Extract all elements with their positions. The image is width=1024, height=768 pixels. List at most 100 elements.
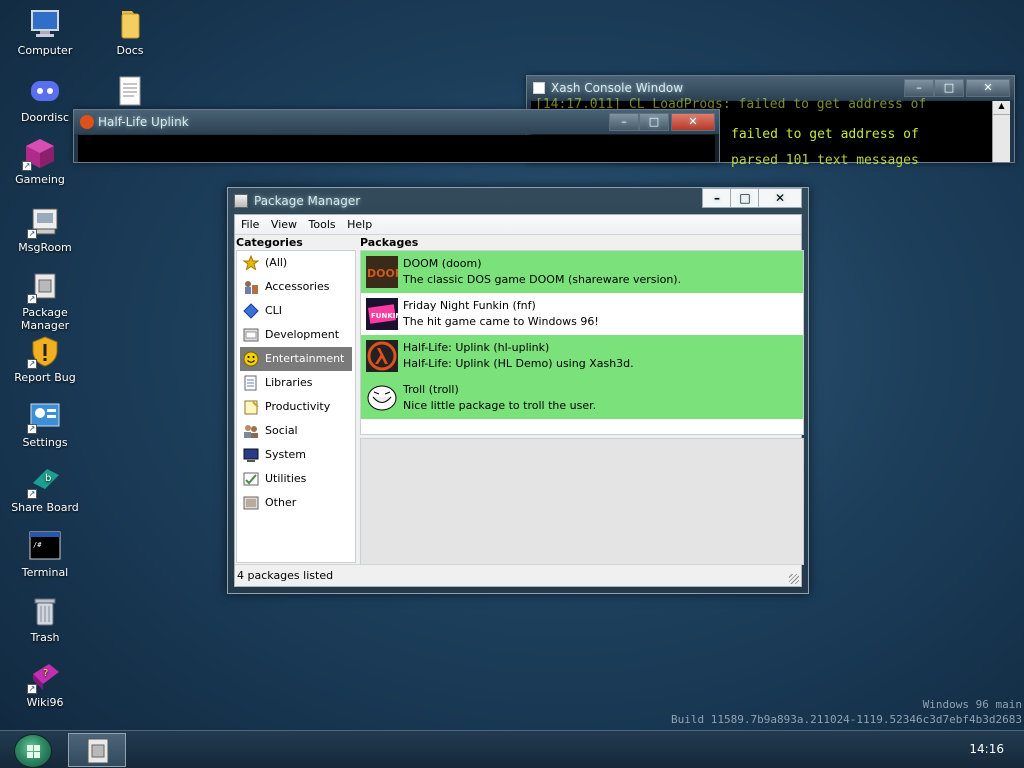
diamond-icon: [243, 303, 259, 319]
category-item-social[interactable]: Social: [237, 419, 355, 443]
category-item-libraries[interactable]: Libraries: [237, 371, 355, 395]
package-name: Friday Night Funkin (fnf): [403, 299, 536, 312]
category-label: Utilities: [265, 472, 307, 485]
shortcut-arrow-icon: ↗: [27, 684, 37, 694]
halflife-maximize-button[interactable]: □: [639, 113, 669, 131]
windows-logo-icon: [27, 745, 40, 758]
category-item-system[interactable]: System: [237, 443, 355, 467]
other-icon: [243, 495, 259, 511]
package-manager-window[interactable]: Package Manager – □ ✕ File View Tools He…: [227, 187, 809, 594]
social-icon: [243, 423, 259, 439]
shortcut-arrow-icon: ↗: [27, 359, 37, 369]
menu-view[interactable]: View: [267, 215, 301, 234]
shareboard-icon: b ↗: [27, 465, 61, 499]
menu-file[interactable]: File: [237, 215, 263, 234]
categories-list: (All) Accessories CLI Development Entert…: [236, 250, 356, 563]
desktop-icon-doc-file[interactable]: [90, 75, 170, 111]
shortcut-arrow-icon: ↗: [27, 229, 37, 239]
category-item-entertainment[interactable]: Entertainment: [240, 347, 352, 371]
halflife-lambda-icon: [80, 115, 94, 129]
system-icon: [243, 447, 259, 463]
category-item-all[interactable]: (All): [237, 251, 355, 275]
category-label: CLI: [265, 304, 283, 317]
resize-grip-icon[interactable]: [789, 574, 799, 584]
desktop-icon-docs[interactable]: Docs: [90, 8, 170, 57]
category-item-productivity[interactable]: Productivity: [237, 395, 355, 419]
package-details-panel: [360, 438, 804, 565]
console-app-icon: [533, 82, 545, 94]
package-item-doom[interactable]: DOOM DOOM (doom) The classic DOS game DO…: [361, 251, 803, 293]
scroll-up-arrow-icon[interactable]: ▲: [993, 101, 1010, 115]
category-item-accessories[interactable]: Accessories: [237, 275, 355, 299]
doom-icon: DOOM: [366, 256, 406, 288]
console-line-3: parsed 101 text messages: [731, 153, 919, 168]
package-icon: ↗: [27, 270, 61, 304]
package-item-hl-uplink[interactable]: Half-Life: Uplink (hl-uplink) Half-Life:…: [361, 335, 803, 377]
terminal-icon: /#: [29, 530, 61, 562]
desktop-icon-share-board[interactable]: b ↗ Share Board: [5, 465, 85, 514]
settings-icon: ↗: [27, 400, 61, 434]
svg-text:?: ?: [43, 668, 48, 679]
category-label: System: [265, 448, 307, 461]
desktop-icon-report-bug[interactable]: ↗ Report Bug: [5, 335, 85, 384]
desktop-icon-computer[interactable]: Computer: [5, 8, 85, 57]
console-window-title: Xash Console Window: [551, 81, 684, 95]
maximize-button[interactable]: □: [730, 188, 760, 208]
desktop-icon-terminal[interactable]: /# Terminal: [5, 530, 85, 579]
svg-text:DOOM: DOOM: [367, 267, 398, 280]
desktop-icon-settings[interactable]: ↗ Settings: [5, 400, 85, 449]
category-item-utilities[interactable]: Utilities: [237, 467, 355, 491]
halflife-game-view[interactable]: [78, 135, 715, 162]
package-manager-titlebar[interactable]: Package Manager – □ ✕: [228, 188, 808, 214]
menu-tools[interactable]: Tools: [305, 215, 340, 234]
svg-text:b: b: [45, 473, 51, 484]
categories-header: Categories: [236, 236, 303, 249]
trash-icon: [29, 595, 61, 627]
package-manager-body: File View Tools Help Categories Packages…: [234, 214, 804, 587]
category-label: Accessories: [265, 280, 330, 293]
category-label: (All): [265, 256, 288, 269]
package-item-fnf[interactable]: FUNKIN Friday Night Funkin (fnf) The hit…: [361, 293, 803, 335]
computer-icon: [29, 8, 61, 40]
close-button[interactable]: ✕: [758, 188, 802, 208]
utilities-icon: [243, 471, 259, 487]
package-name: Half-Life: Uplink (hl-uplink): [403, 341, 550, 354]
category-item-cli[interactable]: CLI: [237, 299, 355, 323]
halflife-minimize-button[interactable]: –: [609, 113, 639, 131]
package-description: The hit game came to Windows 96!: [403, 315, 599, 328]
console-close-button[interactable]: ✕: [966, 79, 1010, 97]
category-item-development[interactable]: Development: [237, 323, 355, 347]
console-minimize-button[interactable]: –: [904, 79, 934, 97]
package-manager-app-icon: [234, 194, 248, 208]
desktop-icon-wiki96[interactable]: ? ↗ Wiki96: [5, 660, 85, 709]
status-bar: 4 packages listed: [235, 564, 801, 586]
category-label: Other: [265, 496, 297, 509]
status-text: 4 packages listed: [237, 569, 334, 582]
libraries-icon: [243, 375, 259, 391]
desktop-icon-msgroom[interactable]: ↗ MsgRoom: [5, 205, 85, 254]
category-label: Social: [265, 424, 298, 437]
gaming-icon: ↗: [22, 137, 56, 171]
halflife-window[interactable]: Half-Life Uplink – □ ✕: [73, 109, 720, 163]
taskbar-button-package-manager[interactable]: [68, 733, 126, 767]
package-icon: [87, 738, 109, 764]
desktop-icon-trash[interactable]: Trash: [5, 595, 85, 644]
start-button[interactable]: [14, 734, 52, 768]
menu-help[interactable]: Help: [343, 215, 376, 234]
halflife-window-titlebar[interactable]: Half-Life Uplink – □ ✕: [74, 110, 719, 134]
shortcut-arrow-icon: ↗: [27, 294, 37, 304]
package-description: The classic DOS game DOOM (shareware ver…: [403, 273, 682, 286]
package-item-troll[interactable]: Troll (troll) Nice little package to tro…: [361, 377, 803, 419]
taskbar: 14:16: [0, 730, 1024, 768]
console-scrollbar[interactable]: ▲: [992, 101, 1010, 162]
halflife-close-button[interactable]: ✕: [671, 113, 715, 131]
desktop-icon-package-manager[interactable]: ↗ Package Manager: [5, 270, 85, 332]
console-maximize-button[interactable]: □: [934, 79, 964, 97]
clock[interactable]: 14:16: [969, 742, 1004, 756]
shortcut-arrow-icon: ↗: [27, 424, 37, 434]
package-description: Half-Life: Uplink (HL Demo) using Xash3d…: [403, 357, 634, 370]
category-item-other[interactable]: Other: [237, 491, 355, 515]
minimize-button[interactable]: –: [702, 188, 732, 208]
desktop-icon-gameing[interactable]: ↗ Gameing: [0, 137, 80, 186]
smiley-icon: [243, 351, 259, 367]
